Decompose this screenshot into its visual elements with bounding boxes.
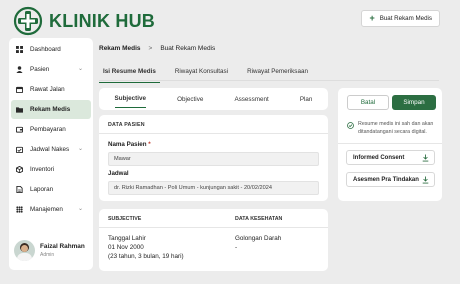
sidebar-item-jadwal-nakes[interactable]: Jadwal Nakes ⌄ — [11, 140, 91, 159]
sidebar-item-label: Manajemen — [30, 206, 63, 213]
create-medical-record-button[interactable]: + Buat Rekam Medis — [361, 10, 440, 27]
chevron-down-icon: ⌄ — [77, 206, 83, 212]
divider — [338, 143, 442, 144]
age-value: (23 tahun, 3 bulan, 19 hari) — [108, 253, 184, 260]
actions-card: Batal Simpan Resume medis ini sah dan ak… — [338, 88, 442, 201]
create-medical-record-label: Buat Rekam Medis — [379, 15, 432, 22]
patient-name-field[interactable]: Mawar — [108, 152, 319, 166]
digital-signature-note: Resume medis ini sah dan akan ditandatan… — [347, 121, 437, 136]
sidebar-item-label: Rekam Medis — [30, 106, 71, 113]
breadcrumb-separator: > — [148, 45, 153, 52]
calendar-icon — [16, 86, 23, 93]
patient-name-label: Nama Pasien * — [108, 141, 151, 148]
document-icon — [16, 186, 23, 193]
sidebar-item-rawat-jalan[interactable]: Rawat Jalan — [11, 80, 91, 99]
user-role: Admin — [40, 252, 55, 258]
user-profile[interactable]: Faizal Rahman Admin — [14, 240, 85, 261]
chevron-down-icon: ⌄ — [77, 66, 83, 72]
tab-riwayat-konsultasi[interactable]: Riwayat Konsultasi — [171, 64, 232, 83]
plus-icon: + — [369, 13, 375, 23]
avatar — [14, 240, 35, 261]
sidebar: Dashboard Pasien ⌄ Rawat Jalan Rekam Med… — [9, 38, 93, 270]
sidebar-item-pembayaran[interactable]: Pembayaran — [11, 120, 91, 139]
tab-subjective[interactable]: Subjective — [114, 90, 147, 108]
main-tabs: Isi Resume Medis Riwayat Konsultasi Riwa… — [99, 64, 323, 83]
breadcrumb-current: Buat Rekam Medis — [160, 45, 216, 52]
sidebar-item-laporan[interactable]: Laporan — [11, 180, 91, 199]
blood-type-value: - — [235, 244, 238, 251]
person-icon — [16, 66, 23, 73]
schedule-label: Jadwal — [108, 170, 129, 177]
app-name: KLINIK HUB — [49, 10, 155, 31]
subjective-title: SUBJECTIVE — [108, 216, 142, 222]
sidebar-item-label: Pasien — [30, 66, 50, 73]
check-circle-icon — [347, 122, 354, 129]
patient-data-title: DATA PASIEN — [108, 122, 145, 128]
breadcrumb-root[interactable]: Rekam Medis — [99, 45, 141, 52]
chevron-down-icon: ⌄ — [77, 146, 83, 152]
app-logo: KLINIK HUB — [13, 6, 155, 36]
pre-procedure-assessment-label: Asesmen Pra Tindakan — [353, 176, 419, 183]
sidebar-item-manajemen[interactable]: Manajemen ⌄ — [11, 200, 91, 219]
required-marker: * — [148, 141, 151, 148]
informed-consent-button[interactable]: Informed Consent — [346, 150, 435, 165]
tab-riwayat-pemeriksaan[interactable]: Riwayat Pemeriksaan — [243, 64, 312, 83]
blood-type-label: Golongan Darah — [235, 235, 282, 242]
calendar-check-icon — [16, 146, 23, 153]
save-button[interactable]: Simpan — [392, 95, 436, 110]
subjective-card: SUBJECTIVE DATA KESEHATAN Tanggal Lahir … — [99, 209, 328, 271]
sidebar-item-inventori[interactable]: Inventori — [11, 160, 91, 179]
sidebar-item-label: Pembayaran — [30, 126, 66, 133]
cancel-button[interactable]: Batal — [347, 95, 389, 110]
sidebar-item-label: Inventori — [30, 166, 55, 173]
pre-procedure-assessment-button[interactable]: Asesmen Pra Tindakan — [346, 172, 435, 187]
box-icon — [16, 166, 23, 173]
note-text: Resume medis ini sah dan akan ditandatan… — [358, 121, 434, 135]
medical-cross-icon — [13, 6, 43, 36]
wallet-icon — [16, 126, 23, 133]
divider — [99, 227, 328, 228]
tab-isi-resume-medis[interactable]: Isi Resume Medis — [99, 64, 160, 83]
sidebar-item-label: Laporan — [30, 186, 54, 193]
download-icon — [422, 176, 429, 184]
user-name: Faizal Rahman — [40, 243, 85, 250]
sidebar-item-rekam-medis[interactable]: Rekam Medis — [11, 100, 91, 119]
patient-data-card: DATA PASIEN Nama Pasien * Mawar Jadwal d… — [99, 115, 328, 201]
sidebar-item-label: Jadwal Nakes — [30, 146, 70, 153]
folder-icon — [16, 107, 23, 113]
sidebar-item-dashboard[interactable]: Dashboard — [11, 40, 91, 59]
grid-icon — [16, 46, 23, 53]
schedule-field[interactable]: dr. Rizki Ramadhan - Poli Umum - kunjung… — [108, 181, 319, 195]
divider — [99, 133, 328, 134]
download-icon — [422, 154, 429, 162]
sidebar-item-label: Dashboard — [30, 46, 61, 53]
tab-objective[interactable]: Objective — [177, 91, 203, 108]
health-data-title: DATA KESEHATAN — [235, 216, 283, 222]
sidebar-item-pasien[interactable]: Pasien ⌄ — [11, 60, 91, 79]
tab-assessment[interactable]: Assessment — [234, 91, 268, 108]
sidebar-item-label: Rawat Jalan — [30, 86, 65, 93]
tab-plan[interactable]: Plan — [300, 91, 313, 108]
informed-consent-label: Informed Consent — [353, 154, 405, 161]
breadcrumb: Rekam Medis > Buat Rekam Medis — [99, 45, 215, 52]
soap-tabs: Subjective Objective Assessment Plan — [99, 88, 328, 110]
apps-icon — [16, 206, 23, 213]
